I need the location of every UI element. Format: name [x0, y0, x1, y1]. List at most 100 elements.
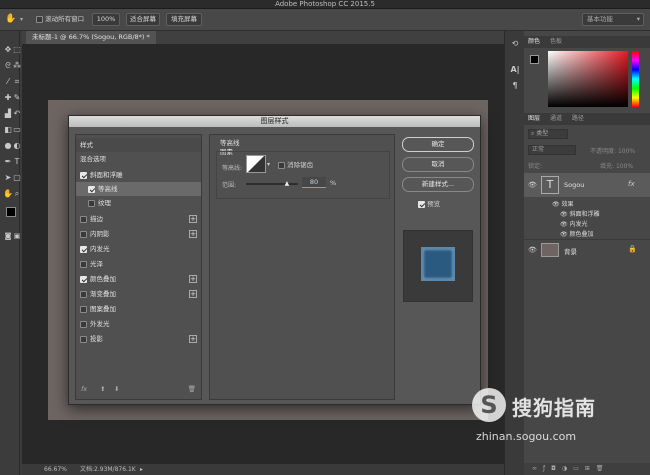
- type-tool-icon[interactable]: T: [12, 157, 22, 167]
- scroll-all-windows-option[interactable]: 滚动所有窗口: [36, 15, 84, 24]
- style-checkbox[interactable]: [80, 230, 87, 238]
- effect-item[interactable]: 👁 内发光: [560, 219, 588, 228]
- ok-button[interactable]: 确定: [402, 137, 474, 152]
- fit-screen-button[interactable]: 适合屏幕: [126, 13, 160, 26]
- style-item-satin[interactable]: 光泽: [76, 257, 201, 271]
- antialias-option[interactable]: 消除锯齿: [278, 161, 313, 170]
- add-style-icon[interactable]: +: [189, 290, 197, 298]
- style-item-inner-glow[interactable]: 内发光: [76, 242, 201, 256]
- style-checkbox[interactable]: [80, 275, 87, 283]
- style-item-color-overlay[interactable]: 颜色叠加 +: [76, 272, 201, 286]
- workspace-select[interactable]: 基本功能 ▾: [582, 13, 644, 26]
- effect-item[interactable]: 👁 斜面和浮雕: [560, 209, 600, 218]
- gradient-tool-icon[interactable]: ▭: [12, 125, 22, 135]
- antialias-checkbox[interactable]: [278, 161, 285, 169]
- dropdown-arrow-icon[interactable]: ▾: [20, 16, 23, 23]
- new-style-button[interactable]: 新建样式...: [402, 177, 474, 192]
- cancel-button[interactable]: 取消: [402, 157, 474, 172]
- contour-dropdown-icon[interactable]: ▾: [267, 161, 270, 168]
- tab-layers[interactable]: 图层: [524, 115, 544, 122]
- brush-tool-icon[interactable]: ✎: [12, 93, 22, 103]
- dialog-title[interactable]: 图层样式: [69, 116, 480, 127]
- effect-item[interactable]: 👁 颜色叠加: [560, 229, 594, 238]
- marquee-tool-icon[interactable]: ⬚: [12, 45, 22, 55]
- style-checkbox[interactable]: [88, 199, 95, 207]
- fill-screen-button[interactable]: 填充屏幕: [166, 13, 202, 26]
- style-checkbox[interactable]: [88, 185, 95, 193]
- blend-options-item[interactable]: 混合选项: [76, 152, 201, 166]
- tab-channels[interactable]: 通道: [546, 115, 566, 122]
- style-checkbox[interactable]: [80, 260, 87, 268]
- foreground-color-swatch[interactable]: [6, 207, 16, 217]
- fx-menu-button[interactable]: fx: [81, 385, 87, 393]
- move-down-icon[interactable]: ⬇: [114, 385, 119, 393]
- status-arrow-icon[interactable]: ▸: [140, 464, 143, 475]
- eye-icon[interactable]: 👁: [528, 181, 537, 189]
- history-panel-icon[interactable]: ⟲: [510, 39, 520, 49]
- style-checkbox[interactable]: [80, 171, 87, 179]
- hue-slider[interactable]: [632, 51, 639, 107]
- style-item-texture[interactable]: 纹理: [76, 196, 201, 210]
- fx-menu-icon[interactable]: ƒ: [543, 465, 551, 472]
- style-item-pattern-overlay[interactable]: 图案叠加: [76, 302, 201, 316]
- color-picker-field[interactable]: [548, 51, 628, 107]
- style-checkbox[interactable]: [80, 245, 87, 253]
- hand-tool-icon[interactable]: ✋: [5, 14, 16, 24]
- history-brush-icon[interactable]: ↶: [12, 109, 22, 119]
- link-icon[interactable]: ∞: [532, 465, 543, 472]
- range-input[interactable]: 80: [302, 177, 326, 188]
- layer-filter-select[interactable]: ⌕ 类型: [528, 129, 568, 139]
- trash-icon[interactable]: 🗑: [188, 385, 196, 393]
- preview-option[interactable]: 预览: [418, 200, 440, 209]
- style-item-stroke[interactable]: 描边 +: [76, 212, 201, 226]
- folder-icon[interactable]: ▭: [573, 465, 585, 472]
- eye-icon[interactable]: 👁: [528, 246, 537, 254]
- screen-mode-icon[interactable]: ▣: [12, 231, 22, 241]
- zoom-tool-icon[interactable]: ⌕: [12, 189, 22, 199]
- tab-swatches[interactable]: 色板: [546, 38, 566, 45]
- contour-preview[interactable]: [246, 155, 266, 173]
- quick-select-icon[interactable]: ⁂: [12, 61, 22, 71]
- style-item-contour[interactable]: 等高线: [76, 182, 201, 196]
- style-checkbox[interactable]: [80, 335, 87, 343]
- style-item-drop-shadow[interactable]: 投影 +: [76, 332, 201, 346]
- preview-checkbox[interactable]: [418, 200, 425, 208]
- tab-paths[interactable]: 路径: [568, 115, 588, 122]
- move-up-icon[interactable]: ⬆: [100, 385, 105, 393]
- style-checkbox[interactable]: [80, 290, 87, 298]
- crop-tool-icon[interactable]: ⌗: [12, 77, 22, 87]
- blend-mode-select[interactable]: 正常: [528, 145, 576, 155]
- document-tab[interactable]: 未标题-1 @ 66.7% (Sogou, RGB/8*) *: [26, 31, 156, 44]
- adjustment-icon[interactable]: ◑: [562, 465, 573, 472]
- add-style-icon[interactable]: +: [189, 335, 197, 343]
- dodge-tool-icon[interactable]: ◐: [12, 141, 22, 151]
- range-slider-track[interactable]: [246, 183, 298, 185]
- trash-icon[interactable]: 🗑: [596, 465, 610, 472]
- character-panel-icon[interactable]: A|: [510, 65, 520, 75]
- rectangle-tool-icon[interactable]: ▢: [12, 173, 22, 183]
- style-item-gradient-overlay[interactable]: 渐变叠加 +: [76, 287, 201, 301]
- style-checkbox[interactable]: [80, 305, 87, 313]
- layer-row-background[interactable]: 👁 背景 🔒: [524, 239, 650, 259]
- add-style-icon[interactable]: +: [189, 275, 197, 283]
- mask-icon[interactable]: ◘: [551, 465, 562, 472]
- tab-color[interactable]: 颜色: [524, 38, 544, 45]
- fx-icon[interactable]: fx: [628, 180, 635, 188]
- new-layer-icon[interactable]: ⊞: [585, 465, 596, 472]
- range-slider-thumb[interactable]: ▲: [285, 180, 290, 187]
- add-style-icon[interactable]: +: [189, 215, 197, 223]
- style-item-outer-glow[interactable]: 外发光: [76, 317, 201, 331]
- paragraph-panel-icon[interactable]: ¶: [510, 81, 520, 91]
- style-item-inner-shadow[interactable]: 内阴影 +: [76, 227, 201, 241]
- styles-header[interactable]: 样式: [76, 138, 201, 152]
- style-checkbox[interactable]: [80, 215, 87, 223]
- scroll-all-checkbox[interactable]: [36, 15, 43, 23]
- opacity-control[interactable]: 不透明度: 100%: [590, 146, 635, 155]
- zoom-100-button[interactable]: 100%: [92, 13, 120, 26]
- fill-control[interactable]: 填充: 100%: [600, 161, 633, 170]
- add-style-icon[interactable]: +: [189, 230, 197, 238]
- fg-color-chip[interactable]: [530, 55, 539, 64]
- style-item-bevel[interactable]: 斜面和浮雕: [76, 168, 201, 182]
- style-checkbox[interactable]: [80, 320, 87, 328]
- layer-row-sogou[interactable]: 👁 T Sogou fx: [524, 173, 650, 197]
